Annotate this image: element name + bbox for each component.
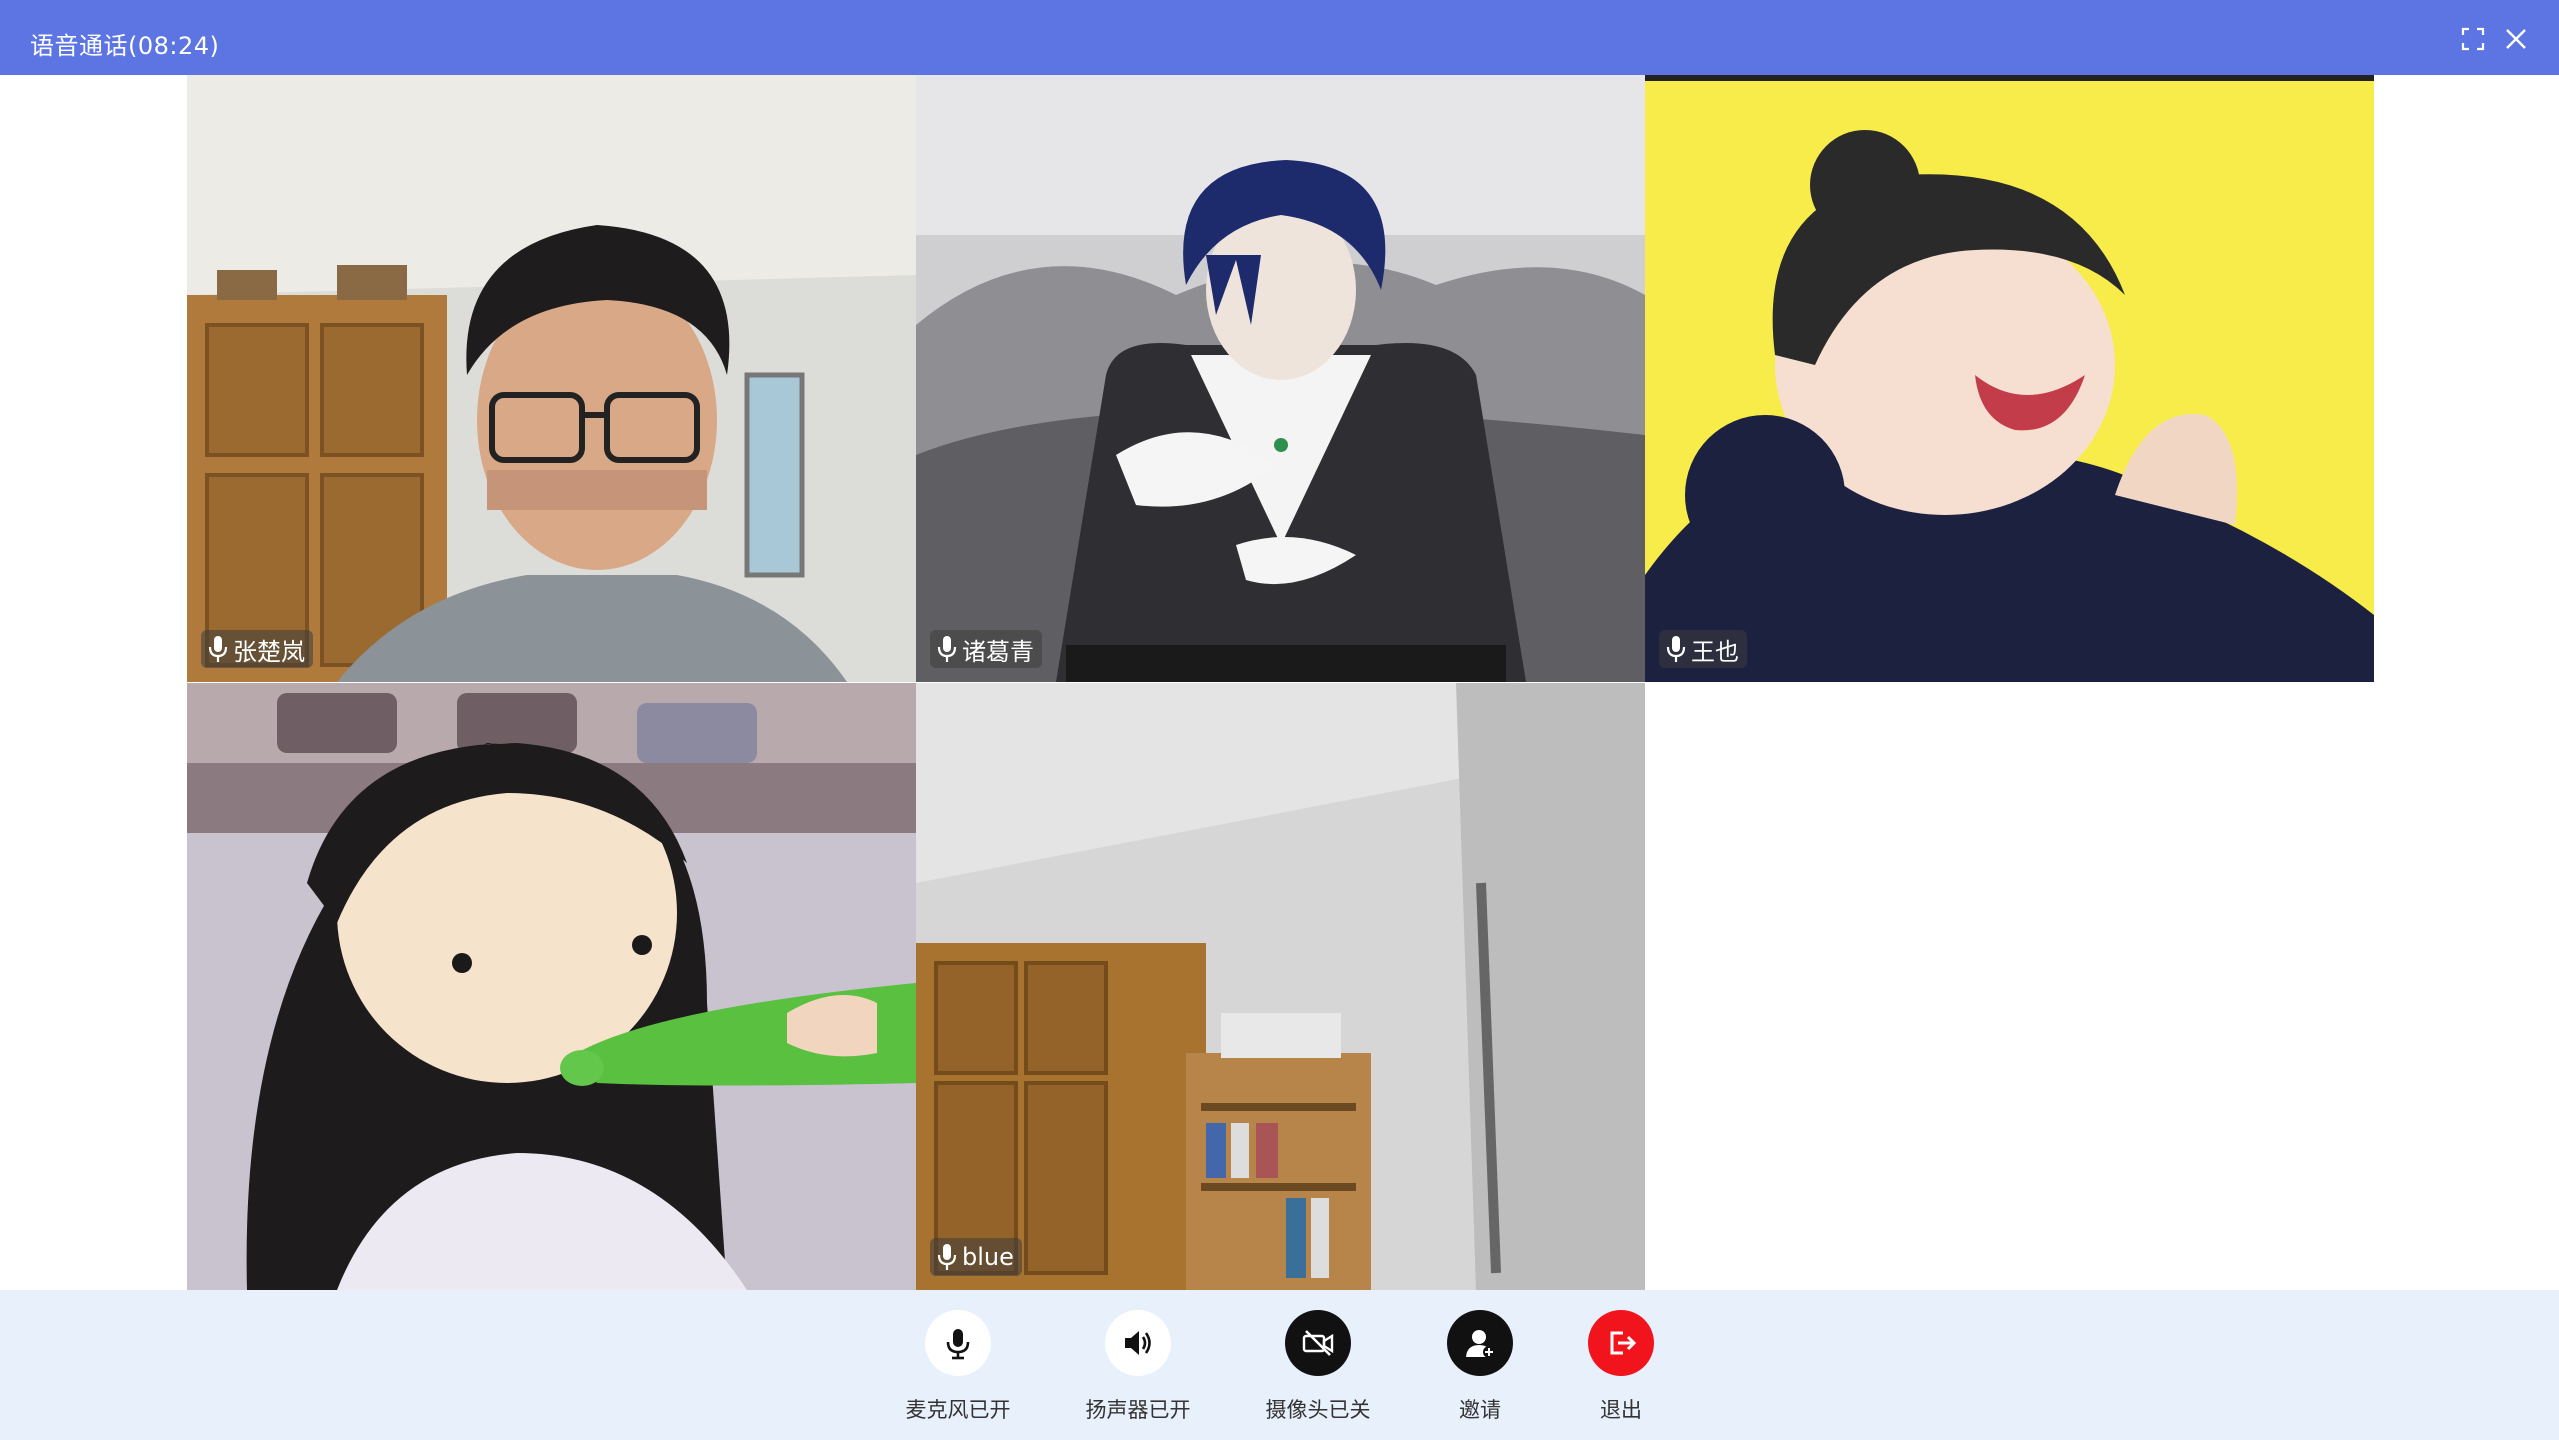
microphone-toggle-button[interactable]: 麦克风已开: [878, 1310, 1038, 1430]
camera-status-label: 摄像头已关: [1265, 1398, 1371, 1422]
title-bar: 语音通话(08:24): [0, 0, 2559, 75]
microphone-icon: [946, 1329, 970, 1360]
participant-name-tag: 诸葛青: [930, 630, 1042, 668]
video-tile-participant[interactable]: 王也: [1645, 75, 2374, 682]
webcam-video-feed: [916, 683, 1645, 1290]
camera-off-icon: [1302, 1330, 1334, 1356]
close-button[interactable]: [2503, 26, 2529, 52]
webcam-video-feed: [187, 75, 916, 682]
maximize-icon: [2461, 27, 2485, 51]
video-grid: 张楚岚 诸葛青 王也 blue: [187, 75, 2374, 1290]
call-control-bar: 麦克风已开 扬声器已开 摄像头已关 邀请 退出: [0, 1290, 2559, 1440]
speaker-toggle-button[interactable]: 扬声器已开: [1058, 1310, 1218, 1430]
exit-label: 退出: [1600, 1398, 1642, 1422]
microphone-icon: [1666, 636, 1686, 662]
microphone-icon: [208, 636, 228, 662]
microphone-icon: [937, 636, 957, 662]
avatar-video-feed: [1645, 75, 2374, 682]
camera-toggle-button[interactable]: 摄像头已关: [1238, 1310, 1398, 1430]
avatar-video-feed: [187, 683, 916, 1290]
participant-name-tag: 张楚岚: [201, 630, 313, 668]
participant-name: 诸葛青: [962, 637, 1034, 666]
maximize-button[interactable]: [2460, 26, 2486, 52]
invite-button[interactable]: 邀请: [1400, 1310, 1560, 1430]
avatar-video-feed: [916, 75, 1645, 682]
participant-name: 王也: [1691, 637, 1739, 666]
speaker-status-label: 扬声器已开: [1085, 1398, 1191, 1422]
exit-icon: [1610, 1331, 1637, 1355]
participant-name: blue: [962, 1243, 1014, 1271]
video-tile-participant[interactable]: 诸葛青: [916, 75, 1645, 682]
video-tile-participant[interactable]: 张楚岚: [187, 75, 916, 682]
microphone-icon: [937, 1244, 957, 1270]
video-tile-participant[interactable]: [187, 683, 916, 1290]
close-icon: [2506, 29, 2526, 49]
participant-name: 张楚岚: [233, 637, 305, 666]
speaker-icon: [1125, 1331, 1151, 1355]
add-user-icon: [1466, 1330, 1495, 1358]
voice-call-window: 语音通话(08:24) 张楚岚 诸葛青 王也 blue 麦克风已开 扬声器已开 …: [0, 0, 2559, 1440]
participant-name-tag: blue: [930, 1238, 1022, 1276]
exit-call-button[interactable]: 退出: [1541, 1310, 1701, 1430]
window-title: 语音通话(08:24): [30, 32, 220, 60]
invite-label: 邀请: [1459, 1398, 1501, 1422]
video-tile-participant[interactable]: blue: [916, 683, 1645, 1290]
participant-name-tag: 王也: [1659, 630, 1747, 668]
microphone-status-label: 麦克风已开: [905, 1398, 1011, 1422]
